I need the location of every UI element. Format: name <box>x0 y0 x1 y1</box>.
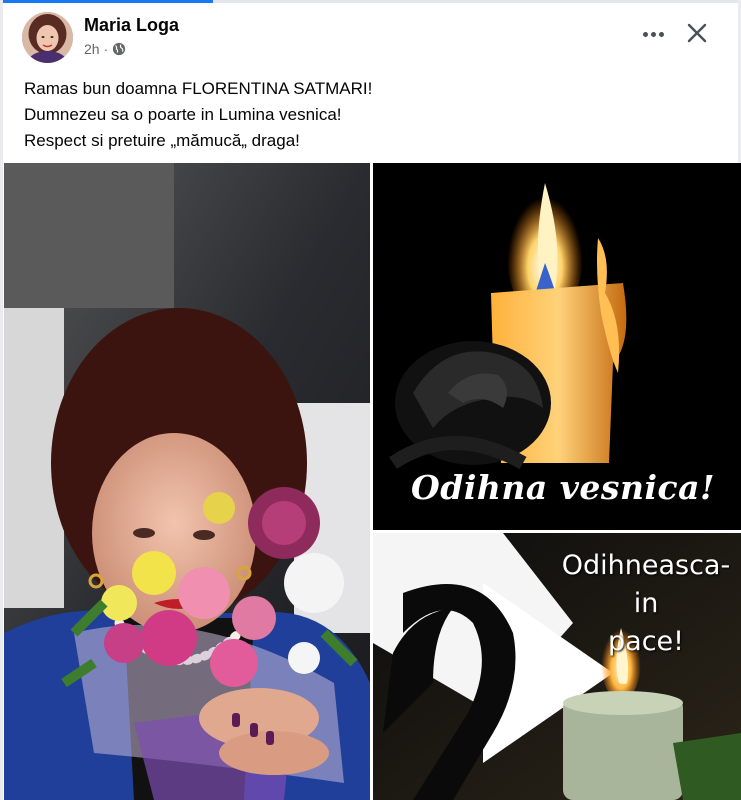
close-icon <box>687 23 707 43</box>
ribbon-caption-line: in <box>633 588 659 619</box>
more-options-button[interactable] <box>639 24 667 44</box>
post-text-line: Dumnezeu sa o poarte in Lumina vesnica! <box>24 105 342 124</box>
globe-icon <box>113 42 126 56</box>
avatar-image <box>22 12 73 63</box>
more-options-icon <box>642 31 648 37</box>
author-name[interactable]: Maria Loga <box>84 15 179 36</box>
more-options-dot <box>650 31 656 37</box>
ribbon-caption-line: Odihneasca- <box>561 550 731 581</box>
candle-caption: Odihna vesnica! <box>411 468 715 507</box>
photo-candle[interactable]: Odihna vesnica! <box>373 163 741 530</box>
post-text-line: Respect si pretuire „mămucă„ draga! <box>24 131 300 150</box>
meta-separator: · <box>103 41 109 57</box>
post-time[interactable]: 2h <box>84 41 100 57</box>
close-button[interactable] <box>684 20 710 46</box>
ribbon-caption-line: pace! <box>608 626 684 657</box>
ribbon-caption: Odihneasca- in pace! <box>551 547 741 661</box>
left-border <box>0 0 3 800</box>
more-options-dot <box>658 31 664 37</box>
active-tab-indicator <box>0 0 213 3</box>
photo-portrait[interactable] <box>4 163 370 800</box>
portrait-image <box>4 163 370 800</box>
post-card: Maria Loga 2h · Ramas bun doamna FLORENT… <box>0 0 741 800</box>
photo-ribbon[interactable]: Odihneasca- in pace! <box>373 533 741 800</box>
post-text: Ramas bun doamna FLORENTINA SATMARI! Dum… <box>24 76 714 154</box>
avatar[interactable] <box>22 12 73 63</box>
post-text-line: Ramas bun doamna FLORENTINA SATMARI! <box>24 79 373 98</box>
post-meta: 2h · <box>84 41 126 57</box>
photo-gallery: Odihna vesnica! Odihneasca- in pace! <box>4 163 741 800</box>
